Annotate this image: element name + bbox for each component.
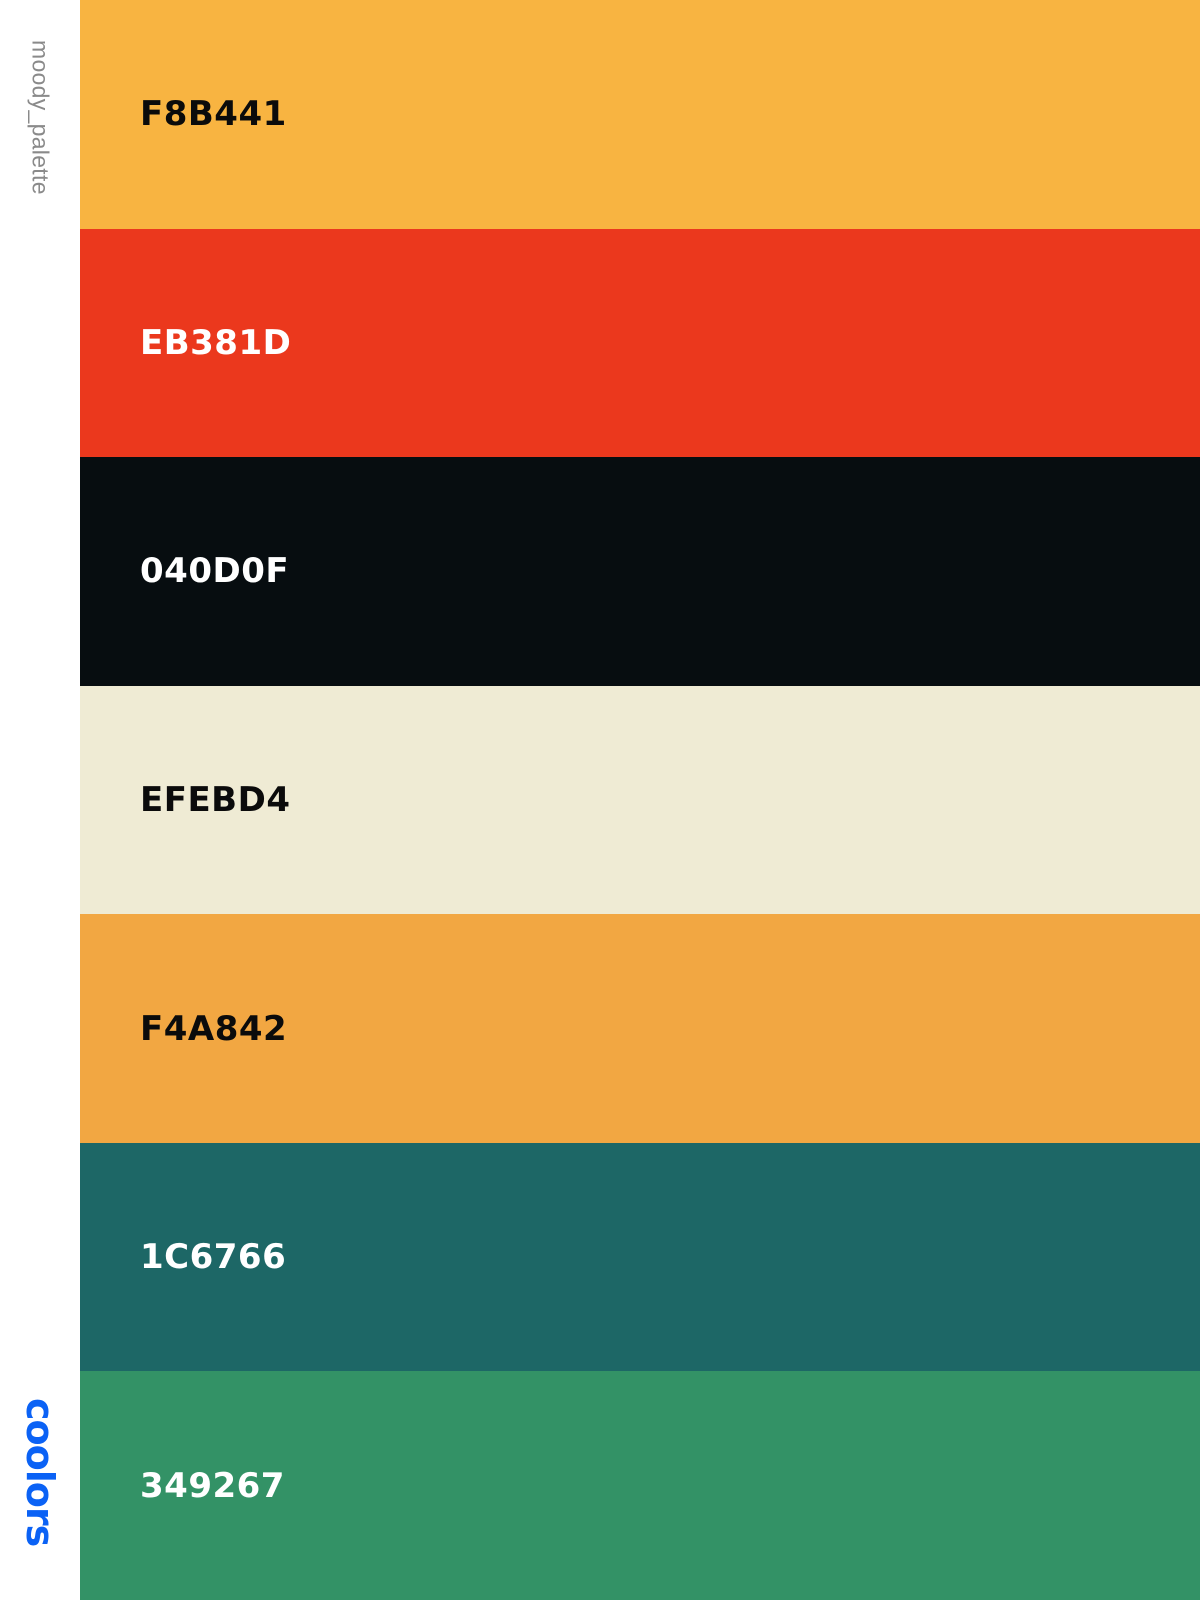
swatch-hex-code: F4A842 (140, 1008, 288, 1049)
color-swatch[interactable]: EFEBD4 (80, 685, 1200, 915)
palette-name: moody_palette (27, 40, 54, 195)
color-swatch[interactable]: F8B441 (80, 0, 1200, 229)
color-swatch[interactable]: 349267 (80, 1371, 1200, 1600)
swatch-hex-code: 1C6766 (140, 1237, 287, 1278)
palette-page: moody_palette coolors F8B441 EB381D 040D… (0, 0, 1200, 1600)
color-swatch[interactable]: EB381D (80, 228, 1200, 458)
color-swatch[interactable]: F4A842 (80, 914, 1200, 1143)
swatch-hex-code: 040D0F (140, 551, 290, 592)
swatch-list: F8B441 EB381D 040D0F EFEBD4 F4A842 1C676… (80, 0, 1200, 1600)
swatch-hex-code: EB381D (140, 322, 292, 363)
color-swatch[interactable]: 040D0F (80, 457, 1200, 686)
sidebar: moody_palette coolors (0, 0, 80, 1600)
swatch-hex-code: 349267 (140, 1465, 285, 1506)
coolors-logo[interactable]: coolors (18, 1398, 62, 1546)
color-swatch[interactable]: 1C6766 (80, 1142, 1200, 1372)
swatch-hex-code: F8B441 (140, 94, 287, 135)
swatch-hex-code: EFEBD4 (140, 780, 291, 821)
